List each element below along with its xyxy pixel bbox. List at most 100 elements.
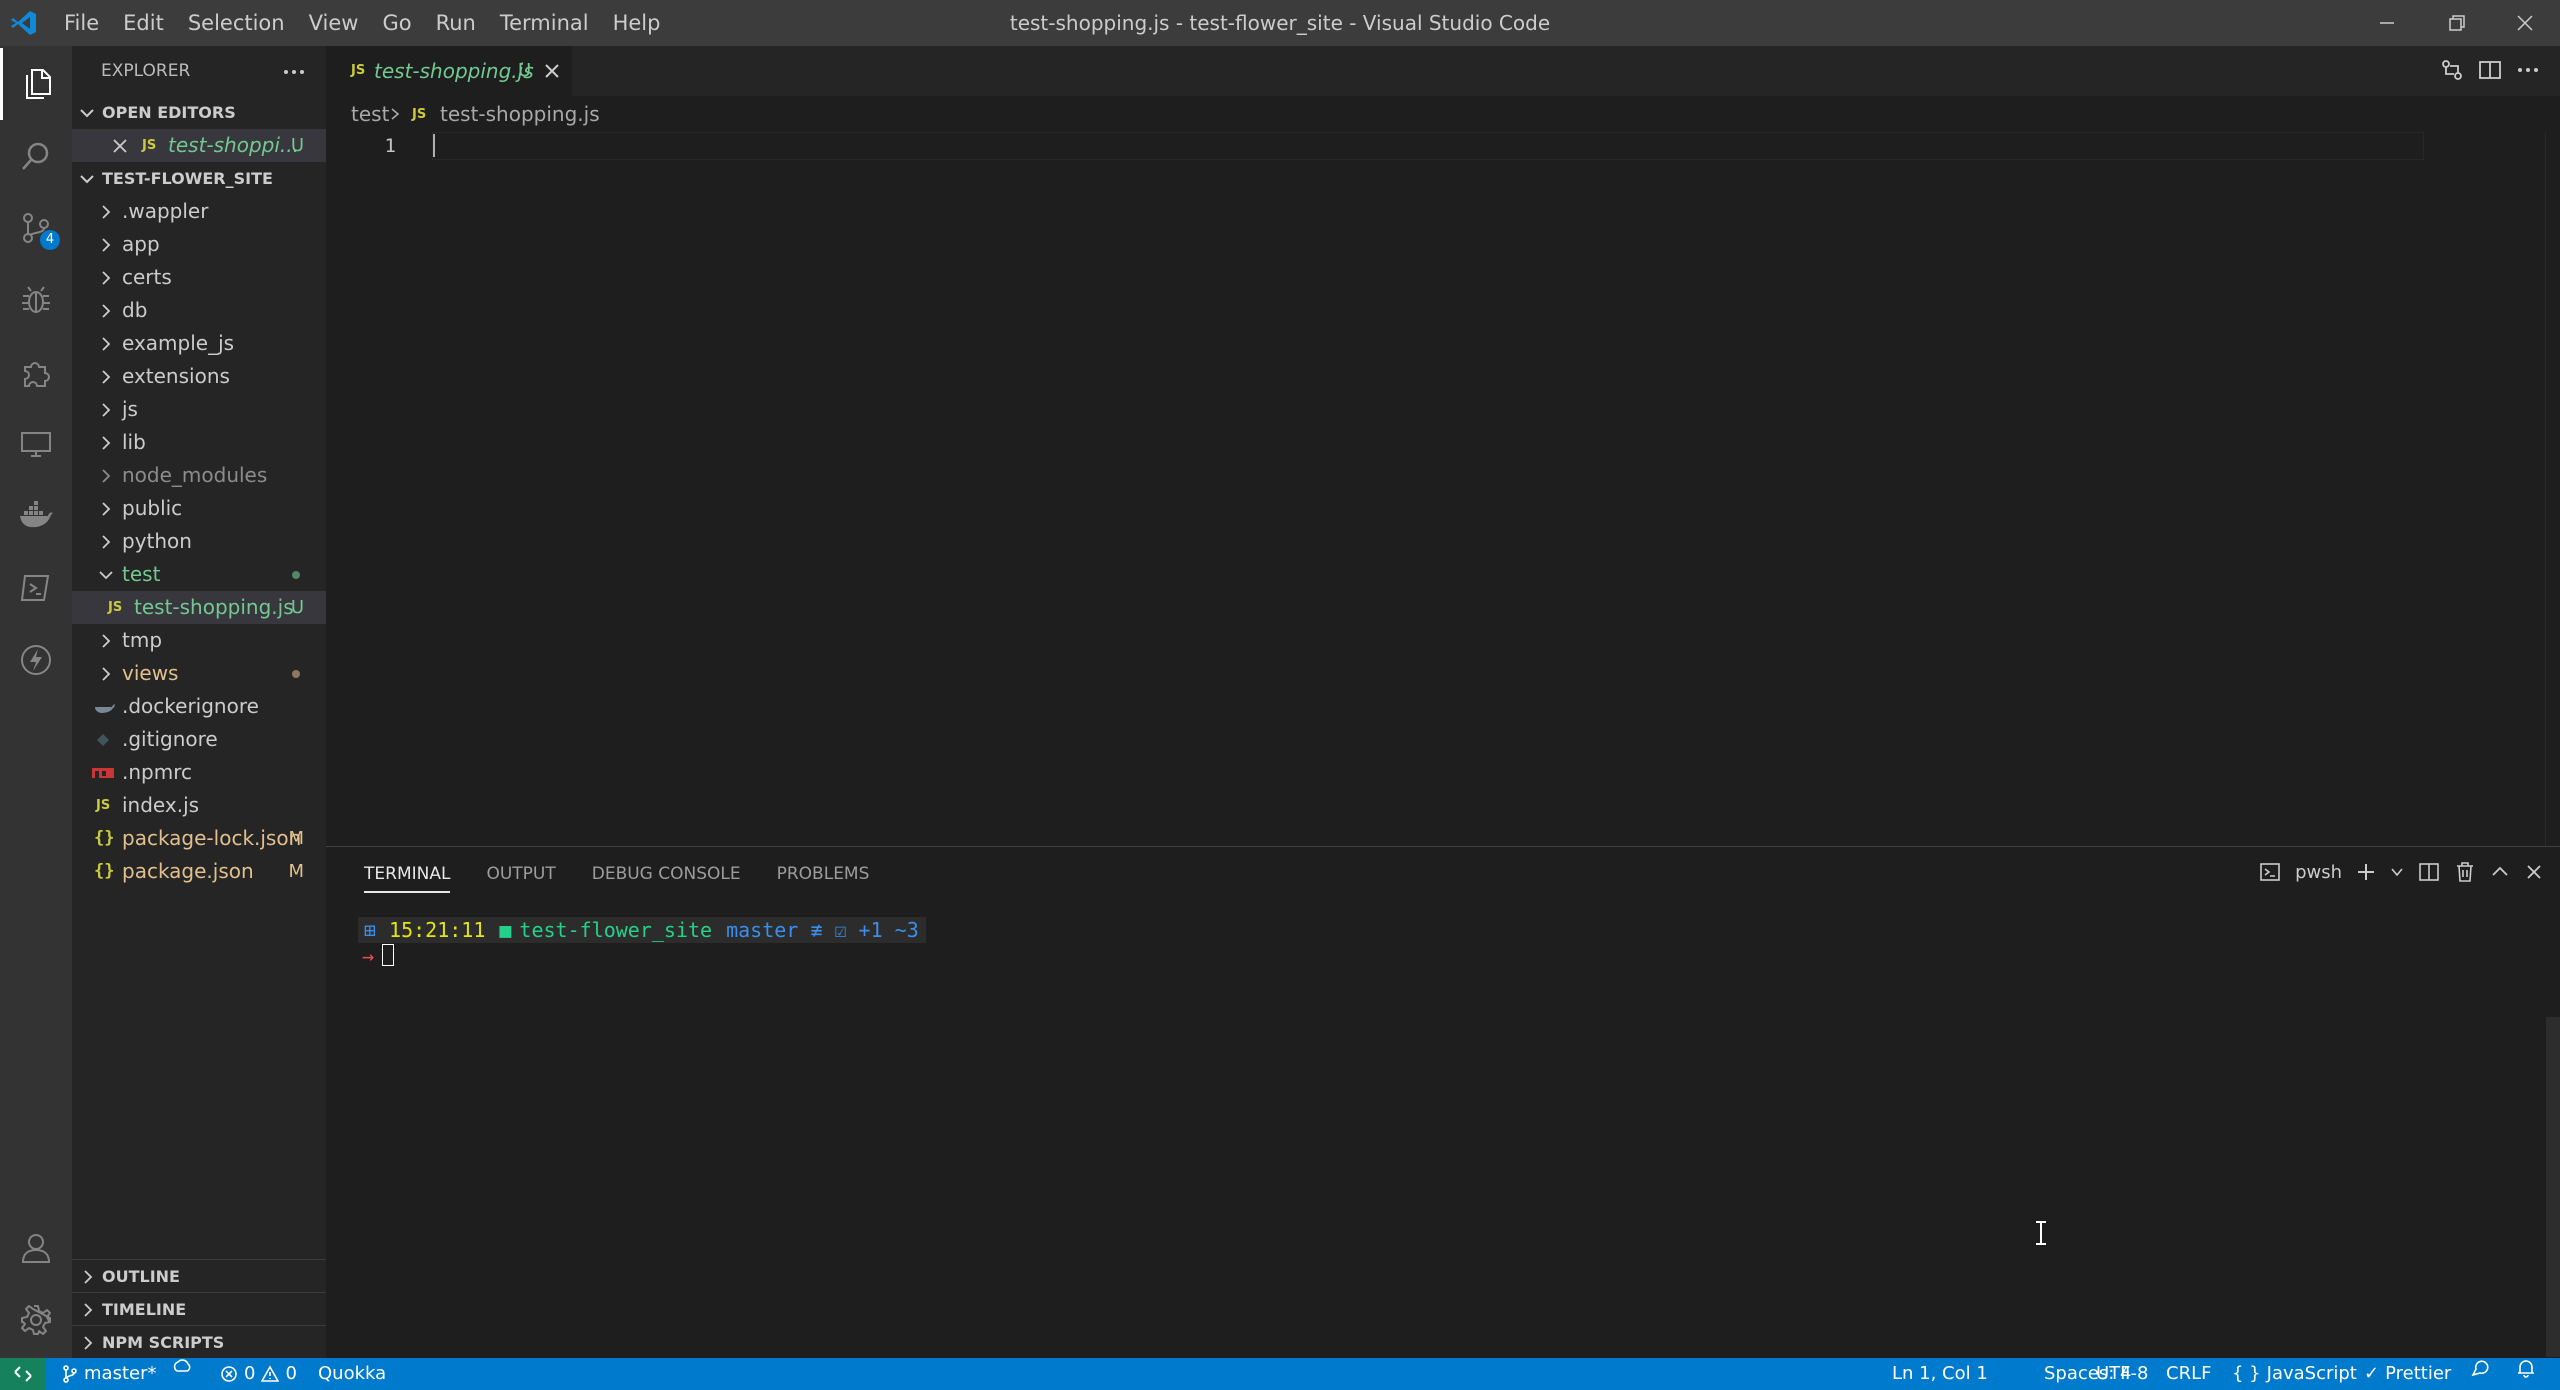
source-control-activity[interactable]: 4 [0, 192, 72, 264]
bottom-panel: TERMINAL OUTPUT DEBUG CONSOLE PROBLEMS p… [326, 846, 2560, 1359]
tree-folder-extensions[interactable]: extensions [72, 360, 326, 393]
git-branch-status[interactable]: master* [62, 1358, 156, 1390]
chevron-right-icon [84, 1270, 93, 1284]
braces-icon: { } [2232, 1363, 2261, 1384]
explorer-title: EXPLORER [101, 61, 191, 81]
sync-status[interactable] [172, 1358, 192, 1376]
docker-activity[interactable] [0, 480, 72, 552]
cursor-position: Ln 1, Col 1 [1892, 1363, 1988, 1384]
encoding-status-label[interactable]: UTF-8 [2096, 1358, 2148, 1390]
folder-icon: ■ [499, 918, 512, 942]
tree-folder-python[interactable]: python [72, 525, 326, 558]
prompt-arrow: → [362, 944, 375, 968]
close-icon[interactable] [112, 138, 128, 154]
problems-status[interactable]: 0 0 [220, 1358, 297, 1390]
more-actions-icon[interactable] [282, 60, 306, 84]
tree-item-label: tmp [122, 628, 163, 652]
language-status[interactable]: { } JavaScript [2232, 1358, 2357, 1390]
shell-name[interactable]: pwsh [2295, 862, 2342, 883]
prompt-folder: ■ test-flower_site [492, 917, 720, 943]
quokka-status[interactable]: Quokka [318, 1358, 386, 1390]
open-changes-icon[interactable] [2440, 58, 2464, 82]
tree-folder-db[interactable]: db [72, 294, 326, 327]
search-activity[interactable] [0, 120, 72, 192]
chevron-down-icon [80, 175, 94, 184]
debug-activity[interactable] [0, 264, 72, 336]
quokka-icon [21, 645, 51, 675]
prettier-status[interactable]: ✓ Prettier [2364, 1358, 2451, 1390]
breadcrumb-file[interactable]: test-shopping.js [440, 96, 600, 132]
timeline-label: TIMELINE [102, 1300, 187, 1319]
close-window-button[interactable] [2490, 0, 2560, 46]
minimize-button[interactable] [2352, 0, 2422, 46]
code-editor[interactable]: 1 [326, 132, 2560, 846]
open-editors-section[interactable]: OPEN EDITORS [72, 96, 326, 129]
breadcrumb-folder[interactable]: test [351, 96, 389, 132]
timeline-section[interactable]: TIMELINE [72, 1292, 326, 1326]
accounts-activity[interactable] [0, 1212, 72, 1284]
manage-activity[interactable] [0, 1284, 72, 1356]
new-terminal-icon[interactable] [2356, 862, 2376, 882]
chevron-right-icon [102, 502, 111, 516]
restore-button[interactable] [2422, 0, 2492, 46]
cursor-position-status[interactable]: Ln 1, Col 1 [1892, 1358, 1988, 1390]
tree-file-npmrc[interactable]: .npmrc [72, 756, 326, 789]
tree-folder-lib[interactable]: lib [72, 426, 326, 459]
tab-test-shopping[interactable]: JS test-shopping.js U [326, 46, 572, 96]
notifications-status[interactable] [2516, 1358, 2536, 1378]
tab-output[interactable]: OUTPUT [468, 847, 573, 901]
tree-folder-js[interactable]: js [72, 393, 326, 426]
tree-folder-node-modules[interactable]: node_modules [72, 459, 326, 492]
remote-explorer-activity[interactable] [0, 408, 72, 480]
tree-folder-wappler[interactable]: .wappler [72, 195, 326, 228]
tree-file-index-js[interactable]: JS index.js [72, 789, 326, 822]
tree-item-label: test [122, 562, 161, 586]
testing-activity[interactable] [0, 552, 72, 624]
trash-icon[interactable] [2454, 861, 2476, 883]
tab-problems[interactable]: PROBLEMS [759, 847, 888, 901]
close-tab-icon[interactable] [542, 61, 562, 81]
workspace-folder-section[interactable]: TEST-FLOWER_SITE [72, 162, 326, 195]
chevron-down-icon[interactable] [2390, 865, 2404, 879]
tree-item-label: python [122, 529, 192, 553]
tree-file-gitignore[interactable]: .gitignore [72, 723, 326, 756]
test-icon [20, 575, 50, 601]
tree-file-dockerignore[interactable]: .dockerignore [72, 690, 326, 723]
npm-scripts-section[interactable]: NPM SCRIPTS [72, 1325, 326, 1358]
eol-status[interactable]: CRLF [2166, 1358, 2211, 1390]
tree-item-label: node_modules [122, 463, 268, 487]
tree-folder-example-js[interactable]: example_js [72, 327, 326, 360]
tab-terminal[interactable]: TERMINAL [346, 847, 468, 901]
terminal-scrollbar[interactable] [2546, 1017, 2560, 1357]
open-editor-item[interactable]: JS test-shoppi... U [72, 129, 326, 162]
tree-folder-views[interactable]: views [72, 657, 326, 690]
tree-folder-certs[interactable]: certs [72, 261, 326, 294]
tree-file-package-lock[interactable]: {} package-lock.json M [72, 822, 326, 855]
more-actions-icon[interactable] [2516, 58, 2540, 82]
search-icon [22, 142, 49, 170]
tree-folder-app[interactable]: app [72, 228, 326, 261]
tab-debug-console[interactable]: DEBUG CONSOLE [574, 847, 759, 901]
feedback-status[interactable] [2470, 1358, 2490, 1378]
outline-section[interactable]: OUTLINE [72, 1259, 326, 1293]
close-panel-icon[interactable] [2524, 862, 2544, 882]
remote-indicator[interactable] [0, 1358, 46, 1390]
tree-item-label: app [122, 232, 160, 256]
extensions-activity[interactable] [0, 336, 72, 408]
chevron-up-icon[interactable] [2490, 862, 2510, 882]
branch-icon [63, 1365, 77, 1383]
error-icon [221, 1366, 237, 1382]
tree-folder-public[interactable]: public [72, 492, 326, 525]
editor-scrollbar[interactable] [2545, 132, 2560, 846]
tree-folder-test[interactable]: test [72, 558, 326, 591]
split-terminal-icon[interactable] [2418, 861, 2440, 883]
tree-file-test-shopping[interactable]: JS test-shopping.js U [72, 591, 326, 624]
quokka-activity[interactable] [0, 624, 72, 696]
split-editor-icon[interactable] [2478, 58, 2502, 82]
workspace-folder-label: TEST-FLOWER_SITE [102, 169, 273, 188]
tree-folder-tmp[interactable]: tmp [72, 624, 326, 657]
tree-item-label: views [122, 661, 179, 685]
tree-file-package-json[interactable]: {} package.json M [72, 855, 326, 888]
activity-bar: 4 [0, 46, 72, 1358]
explorer-activity[interactable] [0, 48, 72, 120]
